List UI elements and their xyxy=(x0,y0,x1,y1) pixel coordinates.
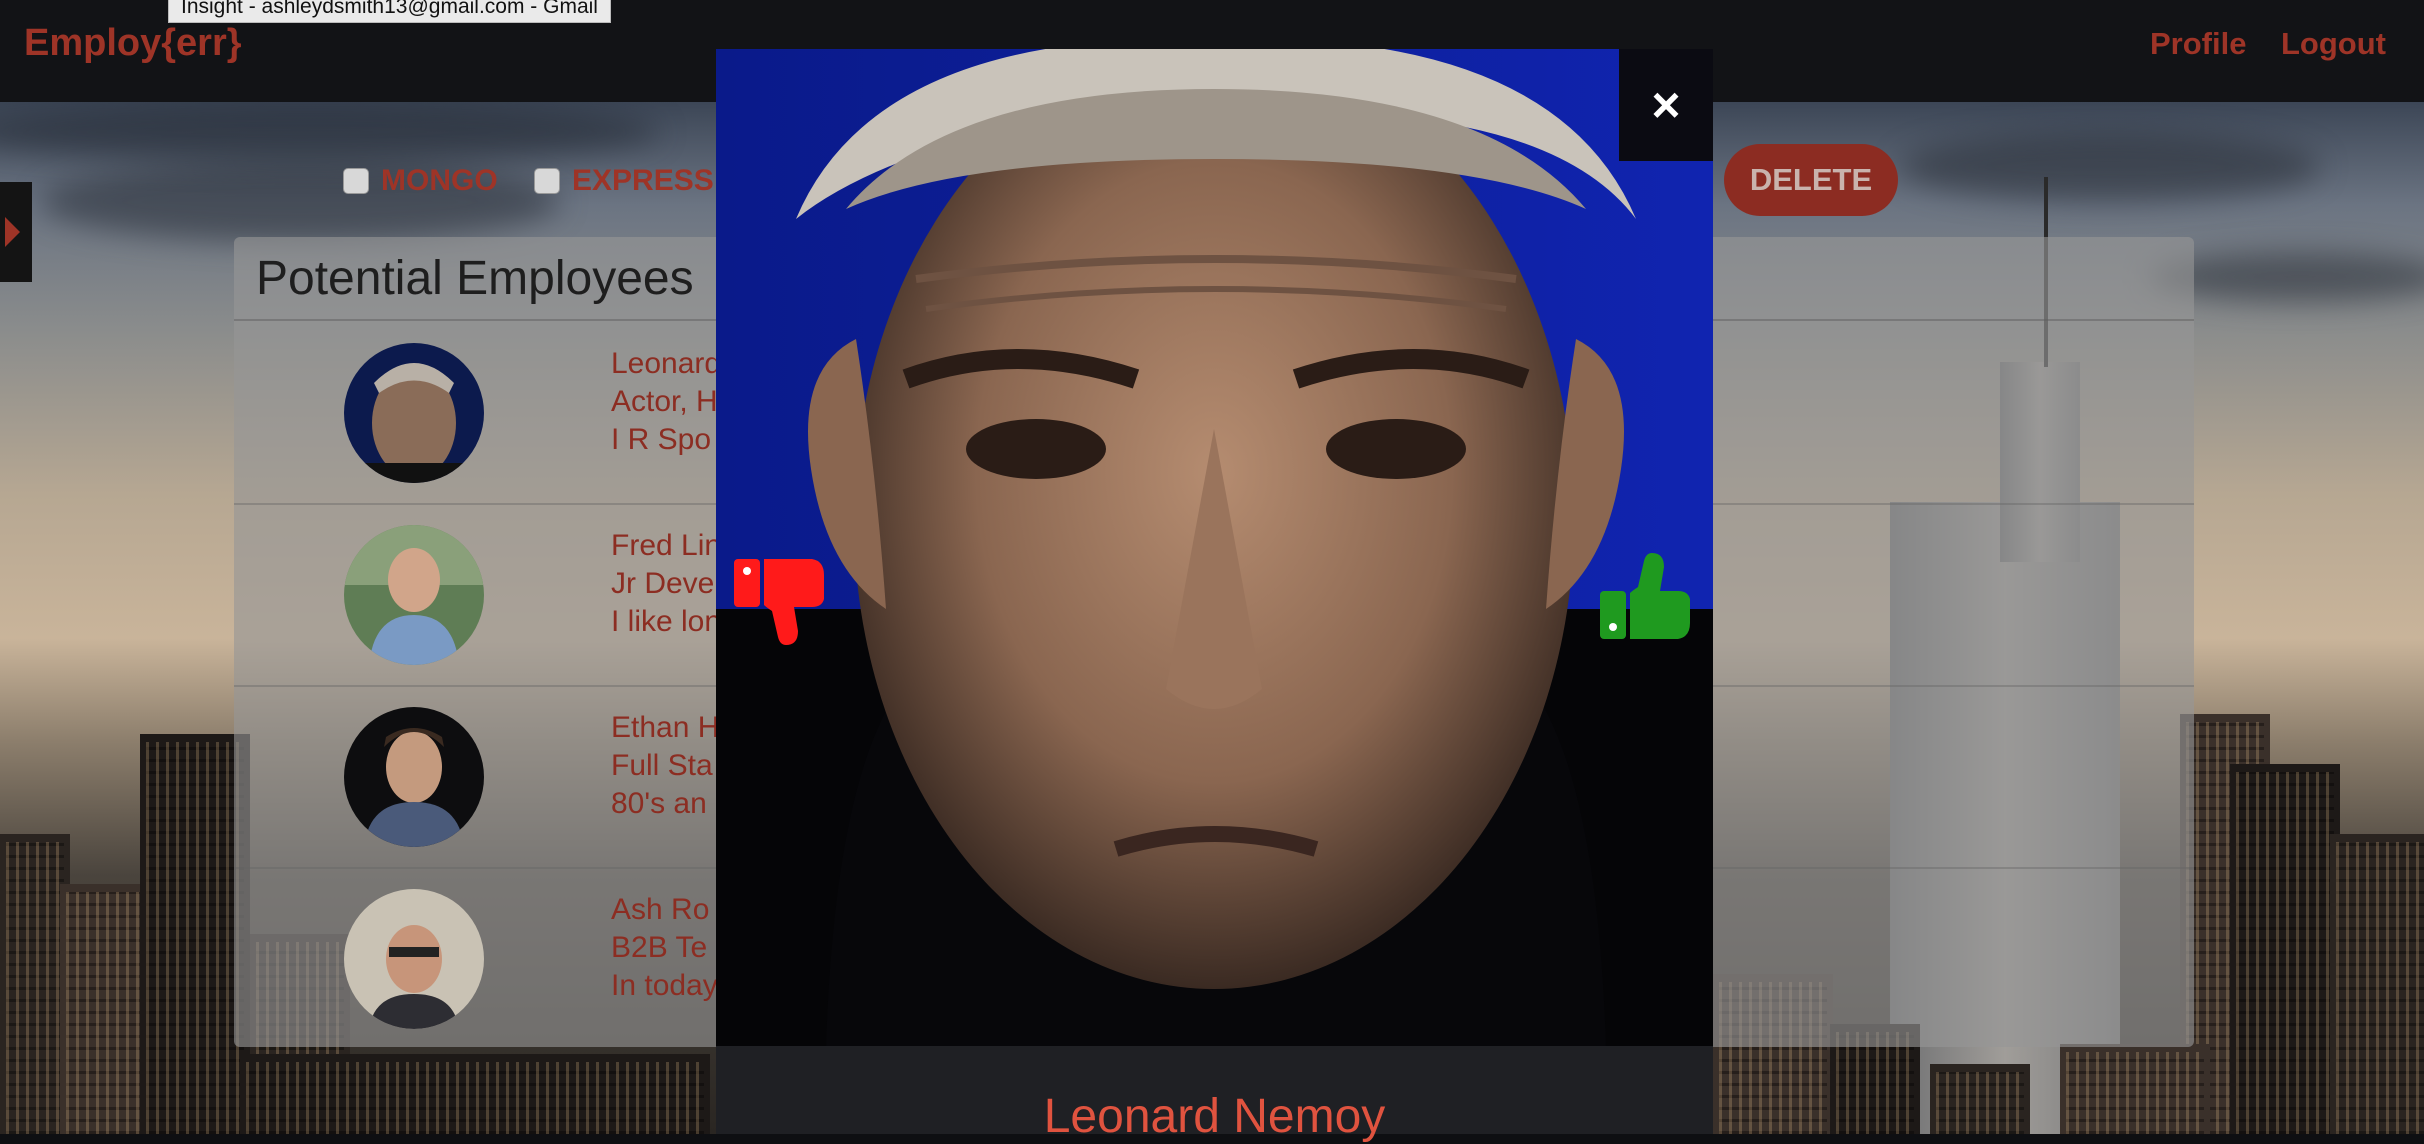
panel-title: Potential Employees xyxy=(256,252,694,305)
thumbs-up-icon[interactable] xyxy=(1598,549,1698,649)
profile-photo: × xyxy=(716,49,1713,1046)
employee-bio: In today xyxy=(611,969,718,1002)
employee-role: Jr Deve xyxy=(611,567,715,600)
chevron-right-icon xyxy=(5,217,20,247)
employee-info: Ethan H Full Sta 80's an xyxy=(611,709,719,823)
avatar[interactable] xyxy=(344,525,484,665)
employee-profile-modal: × Leonard Nemoy xyxy=(716,49,1713,1143)
avatar[interactable] xyxy=(344,343,484,483)
browser-tab-tooltip: Insight - ashleydsmith13@gmail.com - Gma… xyxy=(168,0,611,23)
filter-label: MONGO xyxy=(381,164,498,197)
employee-name: Ethan H xyxy=(611,711,720,744)
nav-profile-link[interactable]: Profile xyxy=(2150,26,2246,62)
avatar[interactable] xyxy=(344,889,484,1029)
employee-name: Fred Lin xyxy=(611,529,722,562)
employee-name: Ash Ro xyxy=(611,893,710,926)
mongo-checkbox[interactable] xyxy=(343,168,369,194)
avatar[interactable] xyxy=(344,707,484,847)
employee-role: Actor, H xyxy=(611,385,718,418)
employee-role: Full Sta xyxy=(611,749,713,782)
brand-logo[interactable]: Employ{err} xyxy=(24,22,242,65)
thumbs-down-icon[interactable] xyxy=(732,549,832,649)
delete-button[interactable]: DELETE xyxy=(1724,144,1898,216)
express-checkbox[interactable] xyxy=(534,168,560,194)
employee-bio: I R Spo xyxy=(611,423,712,456)
employee-bio: I like lon xyxy=(611,605,722,638)
filter-label: EXPRESS xyxy=(572,164,714,197)
employee-name: Leonard xyxy=(611,347,722,380)
employee-bio: 80's an xyxy=(611,787,707,820)
filter-express[interactable]: EXPRESS xyxy=(534,164,714,198)
close-button[interactable]: × xyxy=(1619,49,1713,161)
nav-logout-link[interactable]: Logout xyxy=(2281,26,2386,62)
employee-info: Fred Lin Jr Deve I like lon xyxy=(611,527,721,641)
filter-mongo[interactable]: MONGO xyxy=(343,164,498,198)
employee-role: B2B Te xyxy=(611,931,708,964)
sidebar-toggle-button[interactable] xyxy=(0,182,32,282)
profile-name: Leonard Nemoy xyxy=(1043,1090,1386,1143)
employee-info: Leonard Actor, H I R Spo xyxy=(611,345,721,459)
employee-info: Ash Ro B2B Te In today xyxy=(611,891,718,1005)
